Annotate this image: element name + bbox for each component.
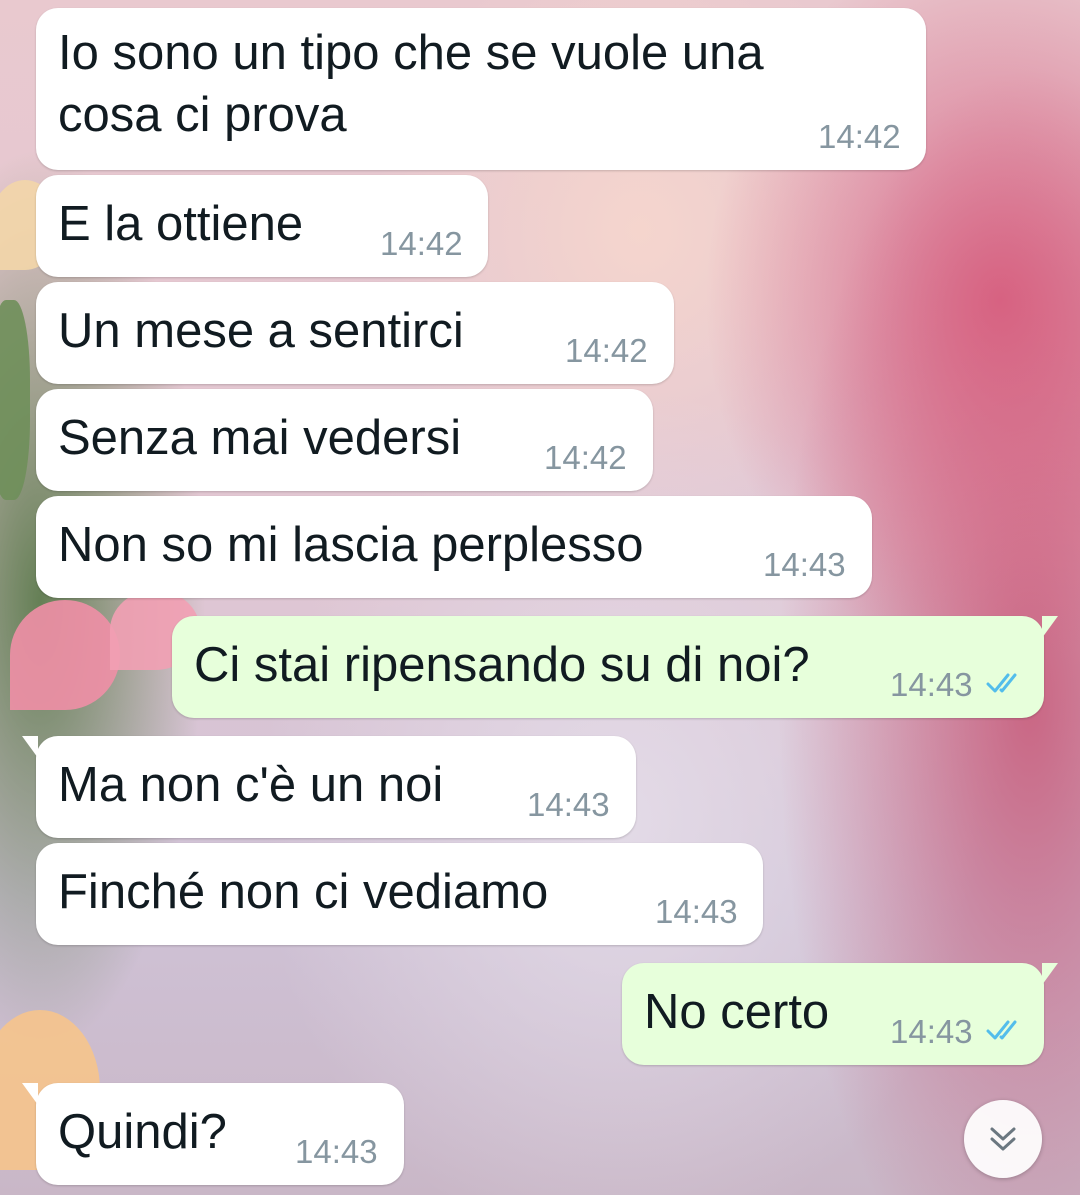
incoming-message[interactable]: Non so mi lascia perplesso 14:43 <box>36 496 872 598</box>
double-check-read-icon <box>986 673 1017 693</box>
message-time: 14:43 <box>295 1133 378 1170</box>
message-text: Quindi? <box>58 1105 227 1159</box>
message-time: 14:43 <box>890 666 973 703</box>
bubble-tail <box>22 736 38 758</box>
message-time: 14:42 <box>565 332 648 369</box>
bubble-tail <box>1042 616 1058 638</box>
message-text: Ci stai ripensando su di noi? <box>194 638 810 692</box>
incoming-message[interactable]: Io sono un tipo che se vuole una cosa ci… <box>36 8 926 170</box>
message-time: 14:42 <box>544 439 627 476</box>
message-time: 14:43 <box>763 546 846 583</box>
message-text: Io sono un tipo che se vuole una cosa ci… <box>58 22 764 146</box>
message-line: Io sono un tipo che se vuole una <box>58 26 764 80</box>
incoming-message[interactable]: E la ottiene 14:42 <box>36 175 488 277</box>
message-line: cosa ci prova <box>58 88 347 142</box>
incoming-message[interactable]: Senza mai vedersi 14:42 <box>36 389 653 491</box>
double-chevron-down-icon <box>990 1127 1016 1151</box>
outgoing-message[interactable]: Ci stai ripensando su di noi? 14:43 <box>172 616 1058 718</box>
message-text: E la ottiene <box>58 197 304 251</box>
message-time: 14:43 <box>527 786 610 823</box>
incoming-message[interactable]: Un mese a sentirci 14:42 <box>36 282 674 384</box>
message-text: No certo <box>644 985 830 1039</box>
message-time: 14:42 <box>818 118 901 155</box>
incoming-message[interactable]: Quindi? 14:43 <box>22 1083 404 1185</box>
message-text: Ma non c'è un noi <box>58 758 444 812</box>
message-text: Non so mi lascia perplesso <box>58 518 644 572</box>
incoming-message[interactable]: Ma non c'è un noi 14:43 <box>22 736 636 838</box>
message-text: Senza mai vedersi <box>58 411 462 465</box>
double-check-read-icon <box>986 1020 1017 1040</box>
scroll-to-bottom-button[interactable] <box>964 1100 1042 1178</box>
incoming-message[interactable]: Finché non ci vediamo 14:43 <box>36 843 763 945</box>
message-time: 14:43 <box>655 893 738 930</box>
message-text: Un mese a sentirci <box>58 304 464 358</box>
wallpaper-flower <box>10 600 120 710</box>
message-time: 14:42 <box>380 225 463 262</box>
outgoing-message[interactable]: No certo 14:43 <box>622 963 1058 1065</box>
bubble-tail <box>1042 963 1058 985</box>
bubble-tail <box>22 1083 38 1105</box>
message-time: 14:43 <box>890 1013 973 1050</box>
wallpaper-flower <box>0 300 30 500</box>
message-text: Finché non ci vediamo <box>58 865 549 919</box>
